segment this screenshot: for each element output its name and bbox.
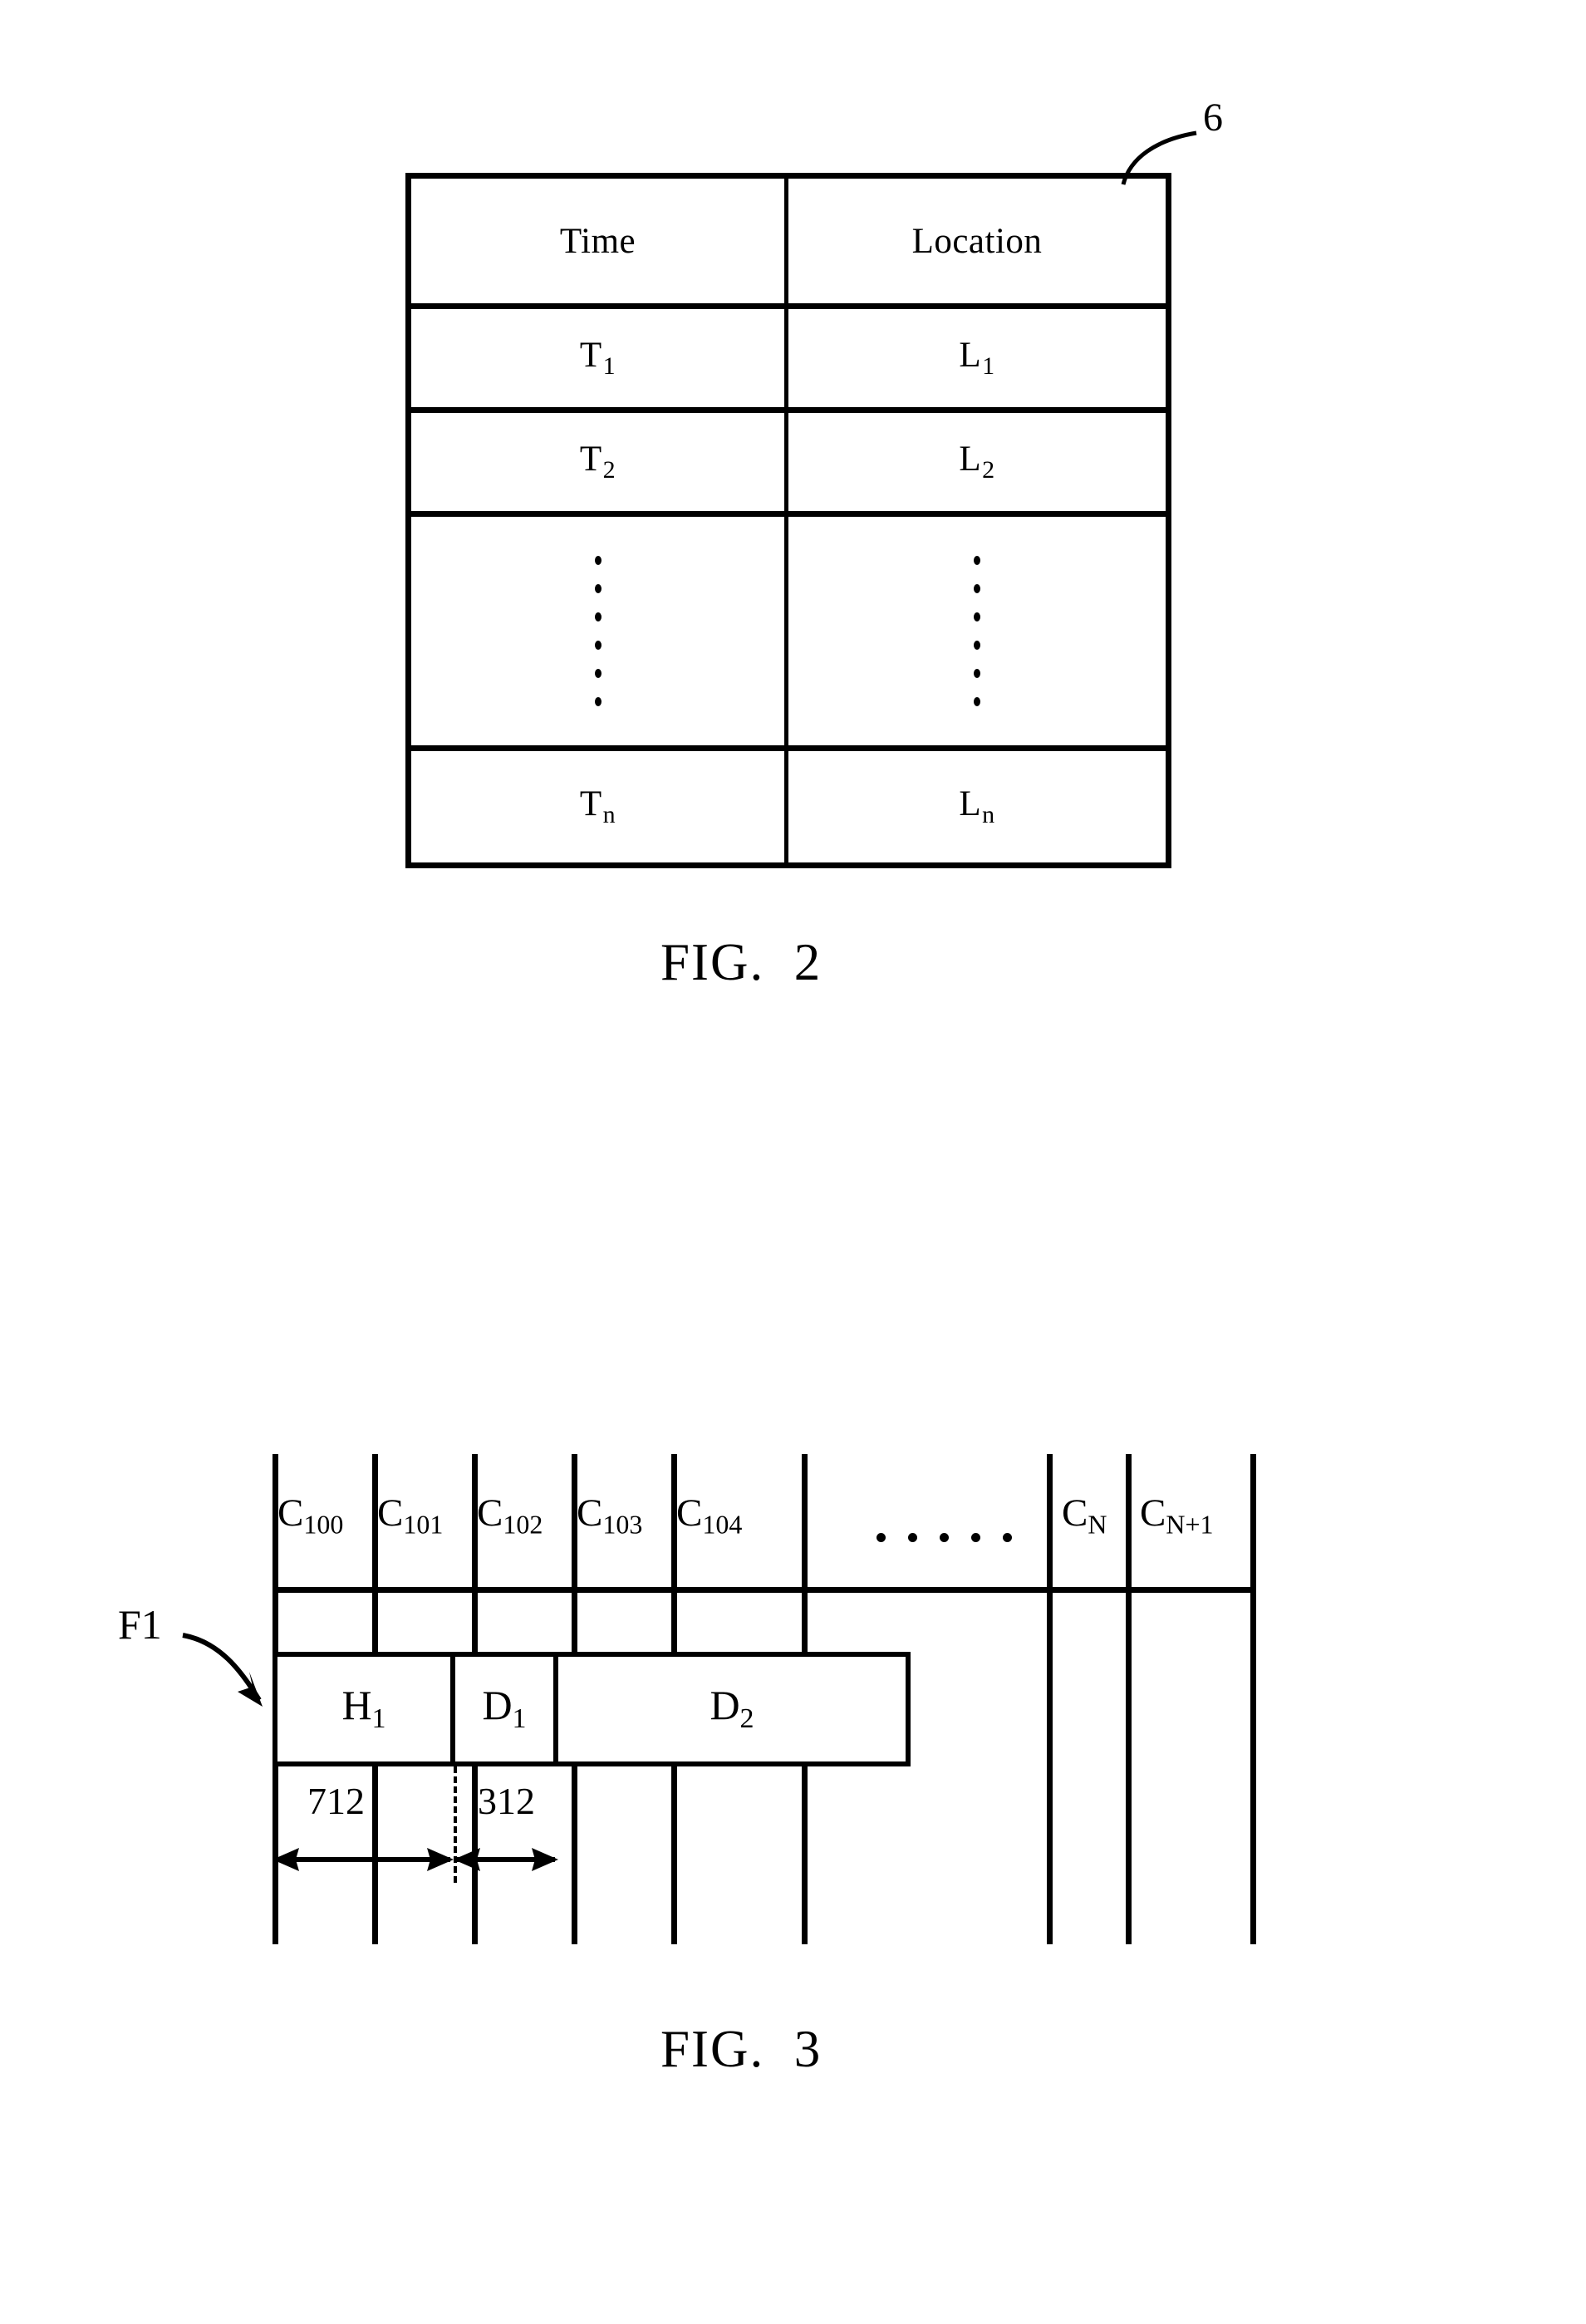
cell-band-bottom-rule (273, 1587, 1256, 1593)
cell-time-1: T1 (411, 309, 788, 407)
frame-structure-diagram: C100 C101 C102 C103 C104 CN CN+1 F1 H1 D… (0, 1446, 1586, 1969)
figure-3-caption: FIG. 3 (660, 2020, 822, 2078)
cell-time-2: T2 (411, 413, 788, 511)
block-d2: D2 (553, 1652, 911, 1766)
cell-separator-line (1047, 1454, 1053, 1944)
table-row: T2 L2 (411, 413, 1166, 511)
cell-label-c102: C102 (477, 1491, 543, 1540)
table-row: T1 L1 (411, 309, 1166, 407)
value-time-1: T1 (579, 336, 616, 380)
header-label-location: Location (911, 221, 1043, 261)
value-time-2: T2 (579, 440, 616, 484)
row-divider (411, 745, 1166, 751)
cell-location-2: L2 (788, 413, 1166, 511)
cell-label-c104: C104 (676, 1491, 743, 1540)
row-divider (411, 407, 1166, 413)
figure-2-caption: FIG. 2 (660, 933, 822, 991)
dimension-label-712: 712 (307, 1780, 365, 1822)
header-cell-location: Location (788, 179, 1166, 303)
table-row-ellipsis (411, 517, 1166, 745)
cell-location-ellipsis (788, 517, 1166, 745)
block-h1: H1 (273, 1652, 455, 1766)
reference-numeral-6: 6 (1203, 96, 1223, 140)
time-location-table: Time Location T1 L1 T2 L2 Tn Ln (405, 173, 1171, 868)
cell-label-cn: CN (1062, 1491, 1107, 1540)
dimension-label-312: 312 (478, 1780, 535, 1822)
cell-location-n: Ln (788, 751, 1166, 862)
vertical-ellipsis-icon (974, 556, 980, 706)
block-label-d1: D1 (482, 1682, 527, 1735)
dimension-arrows-icon (273, 1848, 558, 1871)
cell-location-1: L1 (788, 309, 1166, 407)
block-label-h1: H1 (341, 1682, 386, 1735)
cell-label-c101: C101 (377, 1491, 444, 1540)
table-header-row: Time Location (411, 179, 1166, 303)
table-row: Tn Ln (411, 751, 1166, 862)
vertical-ellipsis-icon (594, 556, 602, 706)
patent-figure-sheet: 6 Time Location T1 L1 T2 L2 Tn Ln FIG. 2… (0, 0, 1586, 2324)
header-label-time: Time (559, 221, 636, 261)
row-divider (411, 511, 1166, 517)
value-location-1: L1 (959, 336, 995, 380)
cell-label-cn1: CN+1 (1140, 1491, 1214, 1540)
value-time-n: Tn (579, 784, 616, 828)
cell-label-c100: C100 (277, 1491, 344, 1540)
value-location-2: L2 (959, 440, 995, 484)
value-location-n: Ln (959, 784, 995, 828)
block-d1: D1 (450, 1652, 558, 1766)
cell-label-c103: C103 (577, 1491, 643, 1540)
cell-separator-line (1250, 1454, 1256, 1944)
horizontal-ellipsis-icon (876, 1533, 1012, 1542)
frame-label-f1: F1 (118, 1601, 162, 1648)
cell-separator-line (1126, 1454, 1132, 1944)
header-cell-time: Time (411, 179, 788, 303)
row-divider (411, 303, 1166, 309)
cell-time-ellipsis (411, 517, 788, 745)
block-label-d2: D2 (710, 1682, 754, 1735)
cell-time-n: Tn (411, 751, 788, 862)
